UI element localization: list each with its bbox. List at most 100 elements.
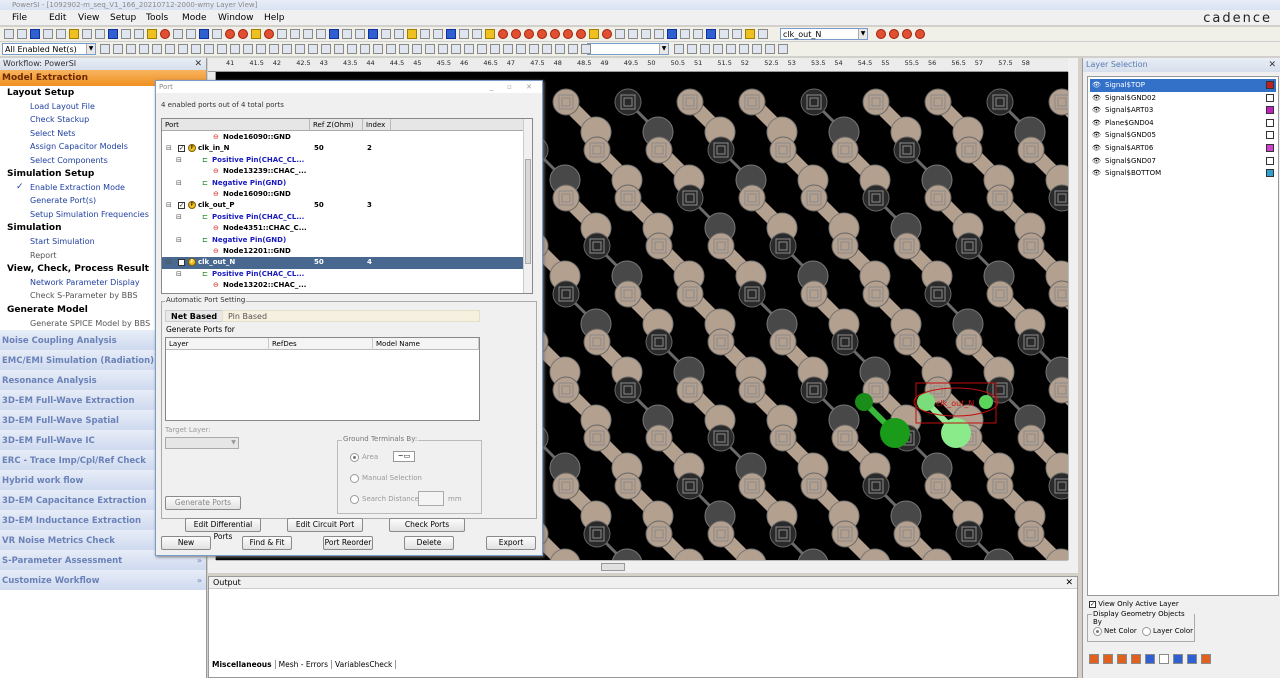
toolbar-icon[interactable]: [459, 29, 469, 39]
eye-icon[interactable]: 👁: [1092, 144, 1102, 152]
checkbox-icon[interactable]: ✓: [178, 257, 185, 268]
toolbar-icon[interactable]: [687, 44, 697, 54]
toolbar-icon[interactable]: [108, 29, 118, 39]
toolbar-icon[interactable]: [425, 44, 435, 54]
port-tree-row[interactable]: ⊖ Node13202::CHAC_...: [162, 280, 528, 291]
expand-icon[interactable]: ⊟: [176, 235, 182, 246]
toolbar-icon[interactable]: [576, 29, 586, 39]
toolbar-icon[interactable]: [191, 44, 201, 54]
menu-file[interactable]: File: [12, 12, 27, 24]
net-search-combo[interactable]: clk_out_N ▼: [780, 28, 868, 40]
toolbar-icon[interactable]: [303, 29, 313, 39]
layer-tool-icon[interactable]: [1201, 654, 1211, 664]
layer-tool-icon[interactable]: [1089, 654, 1099, 664]
menu-setup[interactable]: Setup: [110, 12, 136, 24]
chevron-down-icon[interactable]: ▼: [229, 438, 238, 448]
toolbar-icon[interactable]: [360, 44, 370, 54]
toolbar-icon[interactable]: [69, 29, 79, 39]
toolbar-icon[interactable]: [290, 29, 300, 39]
toolbar-icon[interactable]: [889, 29, 899, 39]
col-index[interactable]: Index: [363, 119, 391, 131]
layer-row[interactable]: 👁 Signal$BOTTOM: [1090, 167, 1276, 180]
chevron-down-icon[interactable]: »: [197, 571, 202, 591]
layer-tool-icon[interactable]: [1103, 654, 1113, 664]
toolbar-icon[interactable]: [386, 44, 396, 54]
toolbar-icon[interactable]: [693, 29, 703, 39]
port-tree-row[interactable]: ✓ ⊟ Pclk_out_N 50 4: [162, 257, 528, 269]
port-tree-row[interactable]: ✓ ⊟ Pclk_in_N 50 2: [162, 143, 528, 154]
layer-tool-icon[interactable]: [1187, 654, 1197, 664]
toolbar-icon[interactable]: [542, 44, 552, 54]
canvas-hscroll[interactable]: [216, 560, 1068, 572]
toolbar-icon[interactable]: [251, 29, 261, 39]
chevron-down-icon[interactable]: ▼: [659, 44, 668, 54]
checkbox-icon[interactable]: ✓: [178, 200, 185, 211]
toolbar-icon[interactable]: [373, 44, 383, 54]
toolbar-icon[interactable]: [126, 44, 136, 54]
toolbar-icon[interactable]: [399, 44, 409, 54]
toolbar-icon[interactable]: [581, 44, 591, 54]
workflow-category[interactable]: Customize Workflow »: [0, 570, 206, 591]
layer-row[interactable]: 👁 Plane$GND04: [1090, 117, 1276, 130]
canvas-vscroll[interactable]: [1068, 72, 1078, 560]
toolbar-icon[interactable]: [316, 29, 326, 39]
toolbar-icon[interactable]: [732, 29, 742, 39]
toolbar-icon[interactable]: [165, 44, 175, 54]
layer-tool-icon[interactable]: [1145, 654, 1155, 664]
toolbar-icon[interactable]: [186, 29, 196, 39]
toolbar-icon[interactable]: [217, 44, 227, 54]
chevron-down-icon[interactable]: ▼: [858, 29, 867, 39]
area-shape-icon[interactable]: ~▭: [393, 451, 415, 462]
toolbar-icon[interactable]: [537, 29, 547, 39]
toolbar-icon[interactable]: [225, 29, 235, 39]
layer-tool-icon[interactable]: [1117, 654, 1127, 664]
toolbar-icon[interactable]: [329, 29, 339, 39]
layer-color-swatch[interactable]: [1266, 81, 1274, 89]
toolbar-icon[interactable]: [680, 29, 690, 39]
port-dialog-titlebar[interactable]: Port _ ▫ ✕: [156, 81, 542, 93]
port-tree-row[interactable]: ⊖ Node16090::GND: [162, 132, 528, 143]
generate-table[interactable]: Layer RefDes Model Name: [165, 337, 480, 421]
col-model[interactable]: Model Name: [373, 338, 479, 350]
toolbar-icon[interactable]: [100, 44, 110, 54]
toolbar-icon[interactable]: [139, 44, 149, 54]
layer-row[interactable]: 👁 Signal$TOP: [1090, 79, 1276, 92]
toolbar-icon[interactable]: [394, 29, 404, 39]
search-combo[interactable]: ▼: [587, 43, 669, 55]
tab-net-based[interactable]: Net Based: [165, 310, 224, 322]
toolbar-icon[interactable]: [555, 44, 565, 54]
scroll-thumb[interactable]: [525, 159, 531, 264]
port-tree-row[interactable]: ⊟ ⊏ Positive Pin(CHAC_CL...: [162, 269, 528, 280]
toolbar-icon[interactable]: [256, 44, 266, 54]
toolbar-icon[interactable]: [17, 29, 27, 39]
port-tree-row[interactable]: ⊖ Node4351::CHAC_C...: [162, 223, 528, 234]
edit-diff-ports-button[interactable]: Edit Differential Ports: [185, 518, 261, 541]
tab-variablescheck[interactable]: VariablesCheck: [332, 660, 397, 669]
toolbar-icon[interactable]: [295, 44, 305, 54]
menu-edit[interactable]: Edit: [49, 12, 66, 24]
layer-color-swatch[interactable]: [1266, 144, 1274, 152]
expand-icon[interactable]: ⊟: [166, 143, 172, 154]
toolbar-icon[interactable]: [204, 44, 214, 54]
toolbar-icon[interactable]: [758, 29, 768, 39]
toolbar-icon[interactable]: [269, 44, 279, 54]
toolbar-icon[interactable]: [412, 44, 422, 54]
expand-icon[interactable]: ⊟: [166, 257, 172, 268]
toolbar-icon[interactable]: [95, 29, 105, 39]
toolbar-icon[interactable]: [602, 29, 612, 39]
layer-tool-icon[interactable]: [1131, 654, 1141, 664]
search-radio[interactable]: [350, 495, 359, 504]
toolbar-icon[interactable]: [550, 29, 560, 39]
menu-tools[interactable]: Tools: [146, 12, 168, 24]
toolbar-icon[interactable]: [334, 44, 344, 54]
layer-tool-icon[interactable]: [1173, 654, 1183, 664]
search-distance-input[interactable]: [418, 491, 444, 506]
toolbar-icon[interactable]: [503, 44, 513, 54]
toolbar-icon[interactable]: [778, 44, 788, 54]
toolbar-icon[interactable]: [368, 29, 378, 39]
toolbar-icon[interactable]: [243, 44, 253, 54]
toolbar-icon[interactable]: [4, 29, 14, 39]
checkbox-icon[interactable]: ✓: [1089, 600, 1096, 608]
toolbar-icon[interactable]: [700, 44, 710, 54]
target-layer-select[interactable]: ▼: [165, 437, 239, 449]
